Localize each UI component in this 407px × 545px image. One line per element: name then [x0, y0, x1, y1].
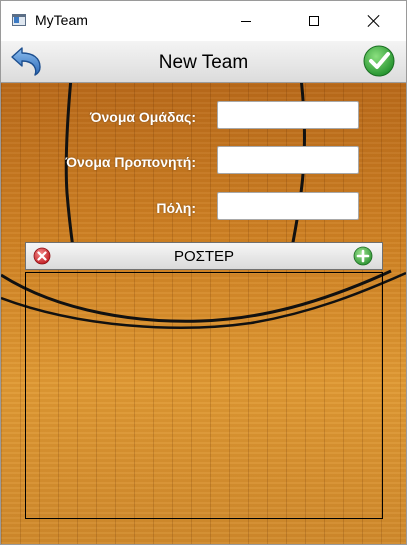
- city-label: Πόλη:: [156, 200, 196, 216]
- add-green-plus-icon[interactable]: [353, 246, 373, 266]
- checkmark-icon[interactable]: [363, 45, 395, 77]
- navigation-bar: New Team: [1, 41, 406, 83]
- maximize-button[interactable]: [291, 1, 337, 41]
- page-title: New Team: [158, 52, 249, 73]
- close-icon: [368, 15, 380, 27]
- app-window: MyTeam New Team Όνομα Ομάδας: Όνομα Προπ…: [0, 0, 407, 545]
- coach-name-label: Όνομα Προπονητή:: [65, 154, 196, 170]
- court-background: Όνομα Ομάδας: Όνομα Προπονητή: Πόλη: ΡΟΣ…: [1, 83, 406, 544]
- coach-name-input[interactable]: [217, 146, 359, 174]
- minimize-icon: [241, 20, 251, 22]
- close-button[interactable]: [351, 1, 397, 41]
- roster-header: ΡΟΣΤΕΡ: [25, 242, 383, 270]
- title-bar[interactable]: MyTeam: [1, 1, 406, 41]
- roster-title: ΡΟΣΤΕΡ: [173, 248, 235, 265]
- team-name-input[interactable]: [217, 101, 359, 129]
- app-window-icon: [12, 14, 26, 26]
- maximize-icon: [309, 16, 319, 26]
- city-input[interactable]: [217, 192, 359, 220]
- roster-list[interactable]: [25, 272, 383, 519]
- team-name-label: Όνομα Ομάδας:: [89, 109, 196, 125]
- window-title: MyTeam: [35, 12, 88, 28]
- minimize-button[interactable]: [223, 1, 269, 41]
